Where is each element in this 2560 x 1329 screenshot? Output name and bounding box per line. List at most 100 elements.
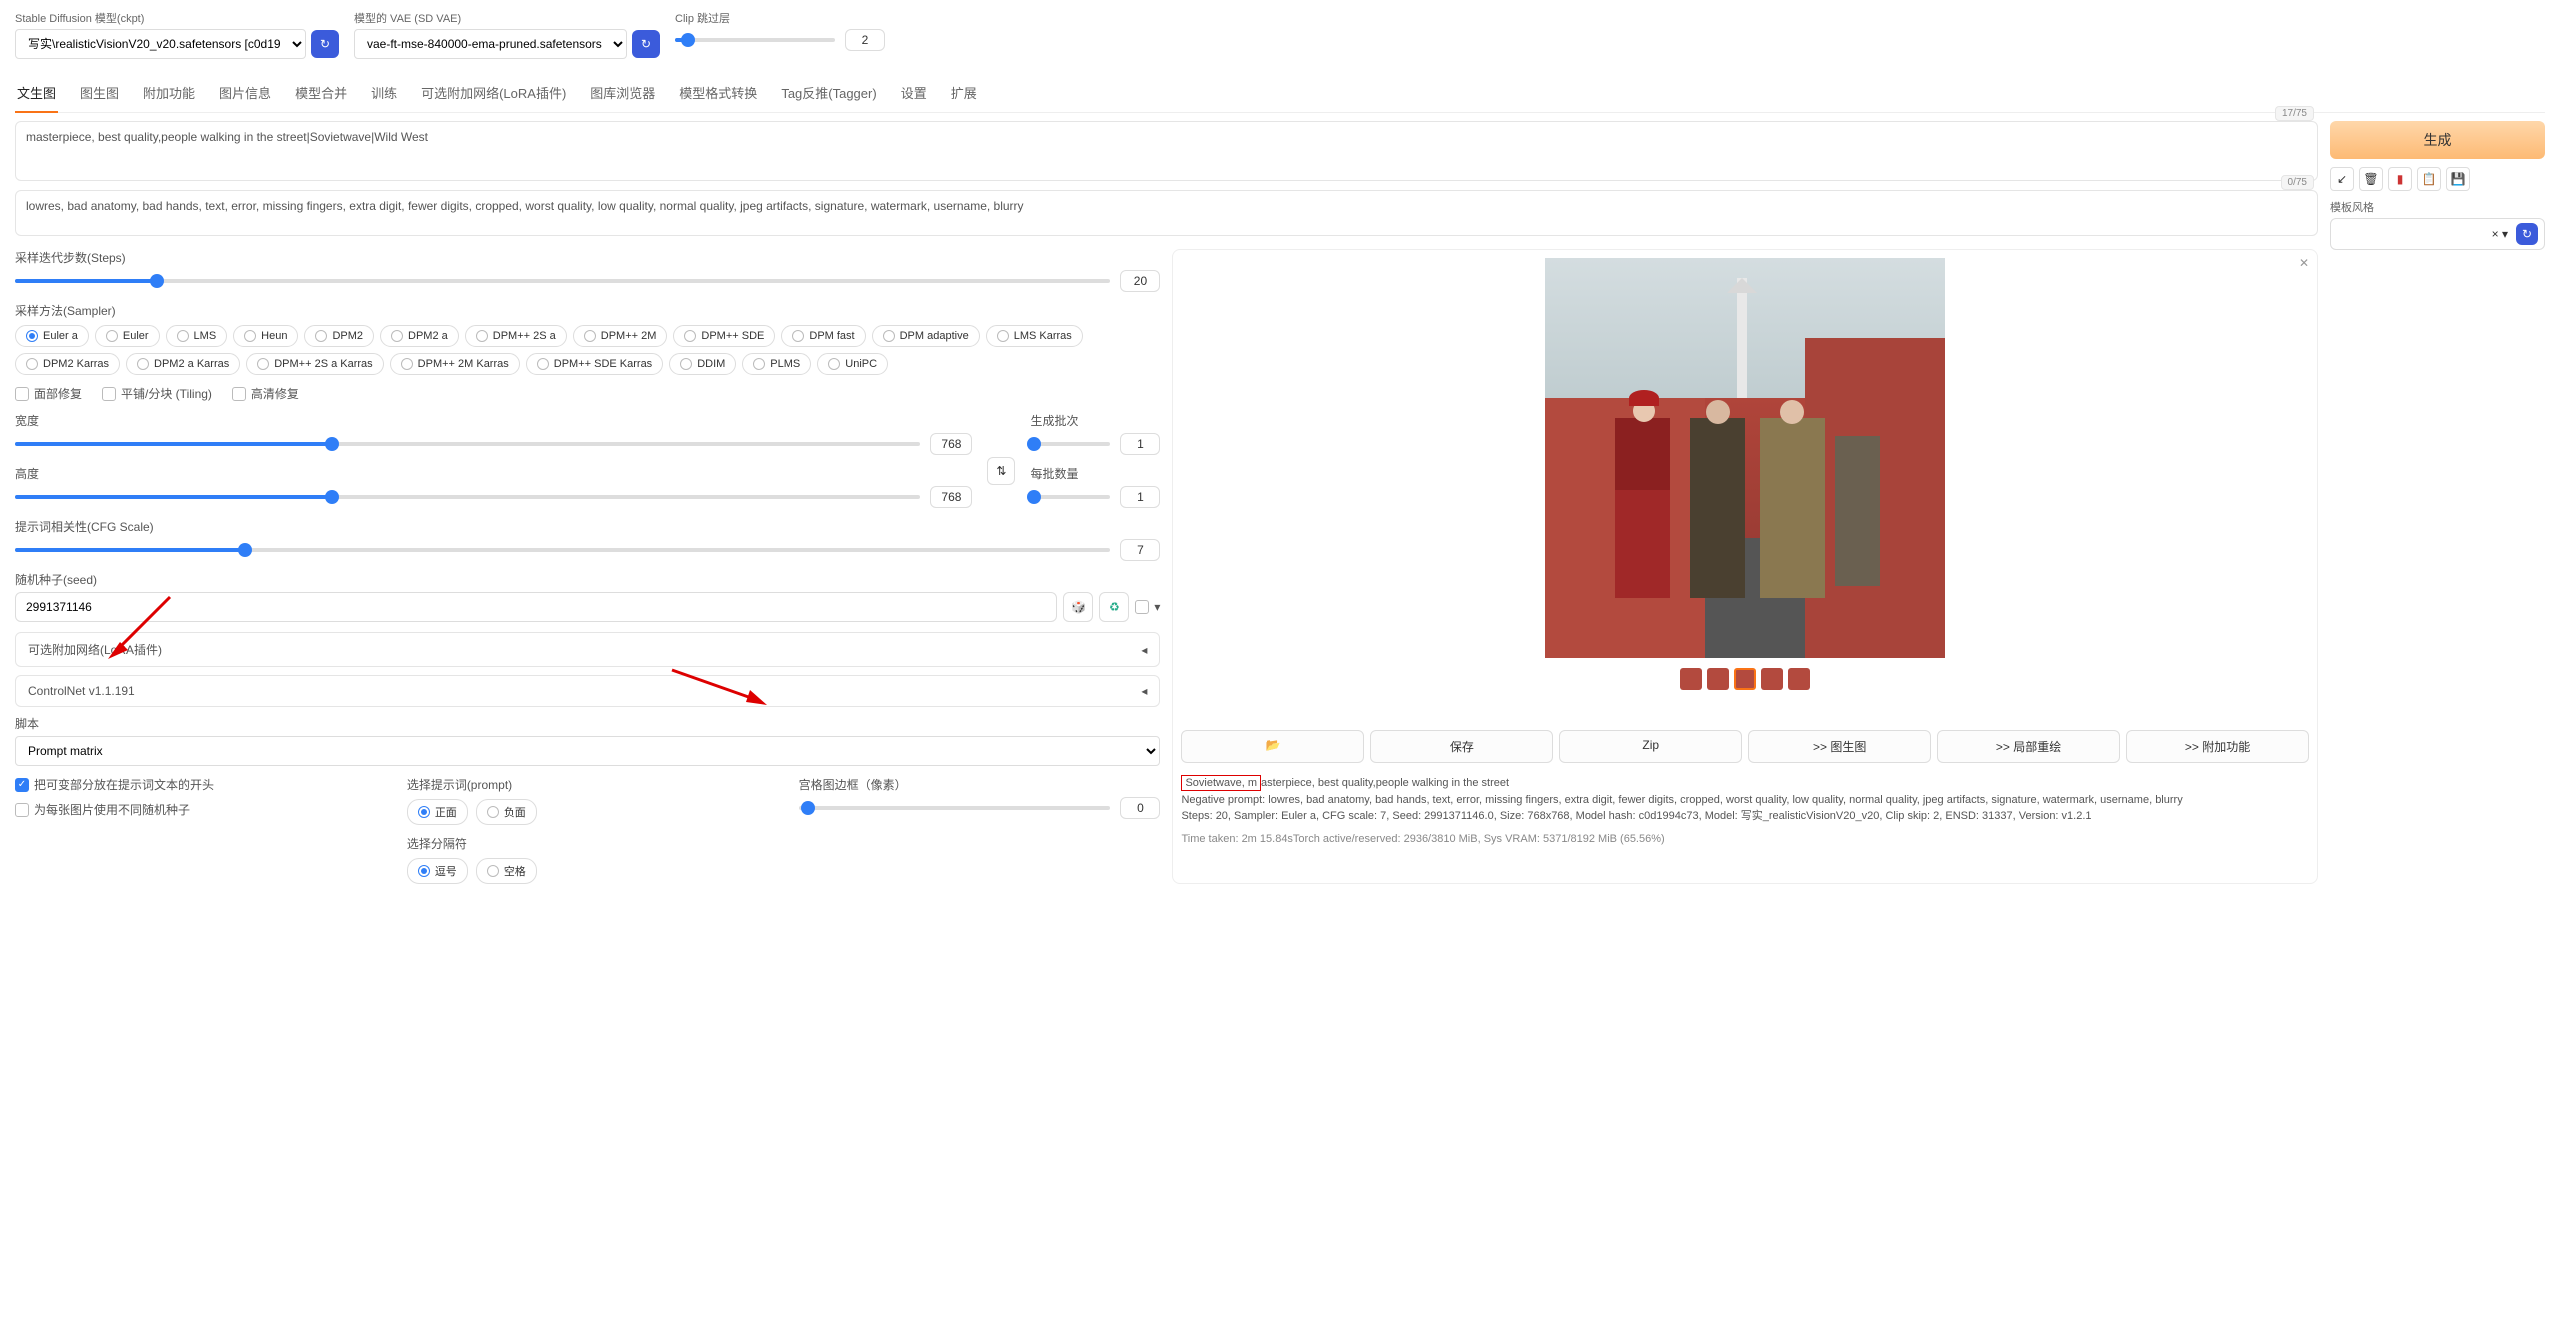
- sampler-opt[interactable]: DPM++ 2M: [573, 325, 668, 347]
- clipboard-icon[interactable]: 📋: [2417, 167, 2441, 191]
- seed-input[interactable]: [15, 592, 1057, 622]
- tab-merge[interactable]: 模型合并: [293, 77, 349, 112]
- save-preset-icon[interactable]: 💾: [2446, 167, 2470, 191]
- tab-gallery[interactable]: 图库浏览器: [588, 77, 657, 112]
- sampler-opt[interactable]: DPM++ SDE Karras: [526, 353, 663, 375]
- sep-comma-radio[interactable]: 逗号: [407, 858, 468, 884]
- bookmark-icon[interactable]: ▮: [2388, 167, 2412, 191]
- thumbnail[interactable]: [1680, 668, 1702, 690]
- tab-convert[interactable]: 模型格式转换: [677, 77, 759, 112]
- sampler-opt[interactable]: DPM2 Karras: [15, 353, 120, 375]
- cfg-slider[interactable]: [15, 548, 1110, 552]
- batch-size-label: 每批数量: [1030, 465, 1160, 482]
- thumbnail[interactable]: [1761, 668, 1783, 690]
- sampler-opt[interactable]: DPM adaptive: [872, 325, 980, 347]
- tab-txt2img[interactable]: 文生图: [15, 77, 58, 112]
- tab-train[interactable]: 训练: [369, 77, 399, 112]
- hires-check[interactable]: 高清修复: [232, 385, 299, 402]
- clear-icon[interactable]: × ▾: [2492, 227, 2508, 241]
- batch-size-value[interactable]: 1: [1120, 486, 1160, 508]
- sampler-opt[interactable]: Euler: [95, 325, 160, 347]
- steps-value[interactable]: 20: [1120, 270, 1160, 292]
- sampler-opt[interactable]: Euler a: [15, 325, 89, 347]
- prompt-select-label: 选择提示词(prompt): [407, 776, 769, 793]
- refresh-vae-icon[interactable]: ↻: [632, 30, 660, 58]
- tab-settings[interactable]: 设置: [899, 77, 929, 112]
- width-value[interactable]: 768: [930, 433, 972, 455]
- lora-accordion[interactable]: 可选附加网络(LoRA插件)◂: [15, 632, 1160, 667]
- margin-value[interactable]: 0: [1120, 797, 1160, 819]
- tab-img2img[interactable]: 图生图: [78, 77, 121, 112]
- tab-extras[interactable]: 附加功能: [141, 77, 197, 112]
- cfg-value[interactable]: 7: [1120, 539, 1160, 561]
- clip-value[interactable]: 2: [845, 29, 885, 51]
- clip-slider[interactable]: [675, 38, 835, 42]
- sampler-opt[interactable]: DPM fast: [781, 325, 865, 347]
- sampler-opt[interactable]: LMS Karras: [986, 325, 1083, 347]
- batch-count-slider[interactable]: [1030, 442, 1110, 446]
- prompt-positive-radio[interactable]: 正面: [407, 799, 468, 825]
- sampler-opt[interactable]: Heun: [233, 325, 298, 347]
- swap-dims-button[interactable]: ⇅: [987, 457, 1015, 485]
- sampler-opt[interactable]: DPM2 a: [380, 325, 459, 347]
- sampler-opt[interactable]: DPM++ 2S a Karras: [246, 353, 383, 375]
- dice-icon[interactable]: 🎲: [1063, 592, 1093, 622]
- height-value[interactable]: 768: [930, 486, 972, 508]
- trash-icon[interactable]: 🗑: [2359, 167, 2383, 191]
- variable-front-check[interactable]: ✓把可变部分放在提示词文本的开头: [15, 776, 377, 793]
- generate-button[interactable]: 生成: [2330, 121, 2545, 159]
- recycle-icon[interactable]: ♻: [1099, 592, 1129, 622]
- thumbnail[interactable]: [1707, 668, 1729, 690]
- chevron-left-icon: ◂: [1141, 643, 1147, 657]
- thumbnail[interactable]: [1734, 668, 1756, 690]
- sampler-opt[interactable]: DPM2: [304, 325, 374, 347]
- sampler-opt[interactable]: PLMS: [742, 353, 811, 375]
- zip-button[interactable]: Zip: [1559, 730, 1742, 763]
- sampler-opt[interactable]: LMS: [166, 325, 228, 347]
- negative-prompt-input[interactable]: lowres, bad anatomy, bad hands, text, er…: [15, 190, 2318, 236]
- model-select[interactable]: 写实\realisticVisionV20_v20.safetensors [c…: [15, 29, 306, 59]
- close-icon[interactable]: ✕: [2299, 256, 2309, 270]
- chevron-left-icon: ◂: [1141, 684, 1147, 698]
- diff-seed-check[interactable]: 为每张图片使用不同随机种子: [15, 801, 377, 818]
- margin-slider[interactable]: [799, 806, 1111, 810]
- sampler-opt[interactable]: DPM++ SDE: [673, 325, 775, 347]
- open-folder-button[interactable]: 📂: [1181, 730, 1364, 763]
- refresh-style-icon[interactable]: ↻: [2516, 223, 2538, 245]
- model-field: Stable Diffusion 模型(ckpt) 写实\realisticVi…: [15, 10, 339, 59]
- batch-size-slider[interactable]: [1030, 495, 1110, 499]
- sampler-opt[interactable]: DPM++ 2S a: [465, 325, 567, 347]
- seed-extra-check[interactable]: ▾: [1135, 600, 1160, 614]
- tiling-check[interactable]: 平铺/分块 (Tiling): [102, 385, 212, 402]
- arrow-icon[interactable]: ↙: [2330, 167, 2354, 191]
- thumbnail[interactable]: [1788, 668, 1810, 690]
- tab-lora[interactable]: 可选附加网络(LoRA插件): [419, 77, 568, 112]
- sampler-opt[interactable]: DPM2 a Karras: [126, 353, 240, 375]
- script-select[interactable]: Prompt matrix: [15, 736, 1160, 766]
- sampler-opt[interactable]: DPM++ 2M Karras: [390, 353, 520, 375]
- face-restore-check[interactable]: 面部修复: [15, 385, 82, 402]
- steps-slider[interactable]: [15, 279, 1110, 283]
- tab-tagger[interactable]: Tag反推(Tagger): [779, 77, 878, 112]
- sep-space-radio[interactable]: 空格: [476, 858, 537, 884]
- steps-label: 采样迭代步数(Steps): [15, 249, 1160, 266]
- height-slider[interactable]: [15, 495, 920, 499]
- controlnet-accordion[interactable]: ControlNet v1.1.191◂: [15, 675, 1160, 707]
- style-select[interactable]: × ▾ ↻: [2330, 218, 2545, 250]
- tab-extensions[interactable]: 扩展: [949, 77, 979, 112]
- tab-pnginfo[interactable]: 图片信息: [217, 77, 273, 112]
- positive-prompt-input[interactable]: masterpiece, best quality,people walking…: [15, 121, 2318, 181]
- batch-count-value[interactable]: 1: [1120, 433, 1160, 455]
- save-button[interactable]: 保存: [1370, 730, 1553, 763]
- to-img2img-button[interactable]: >> 图生图: [1748, 730, 1931, 763]
- vae-select[interactable]: vae-ft-mse-840000-ema-pruned.safetensors: [354, 29, 627, 59]
- sampler-opt[interactable]: DDIM: [669, 353, 736, 375]
- to-extras-button[interactable]: >> 附加功能: [2126, 730, 2309, 763]
- refresh-model-icon[interactable]: ↻: [311, 30, 339, 58]
- generated-image[interactable]: [1545, 258, 1945, 658]
- sampler-opt[interactable]: UniPC: [817, 353, 888, 375]
- width-slider[interactable]: [15, 442, 920, 446]
- script-label: 脚本: [15, 715, 1160, 732]
- prompt-negative-radio[interactable]: 负面: [476, 799, 537, 825]
- to-inpaint-button[interactable]: >> 局部重绘: [1937, 730, 2120, 763]
